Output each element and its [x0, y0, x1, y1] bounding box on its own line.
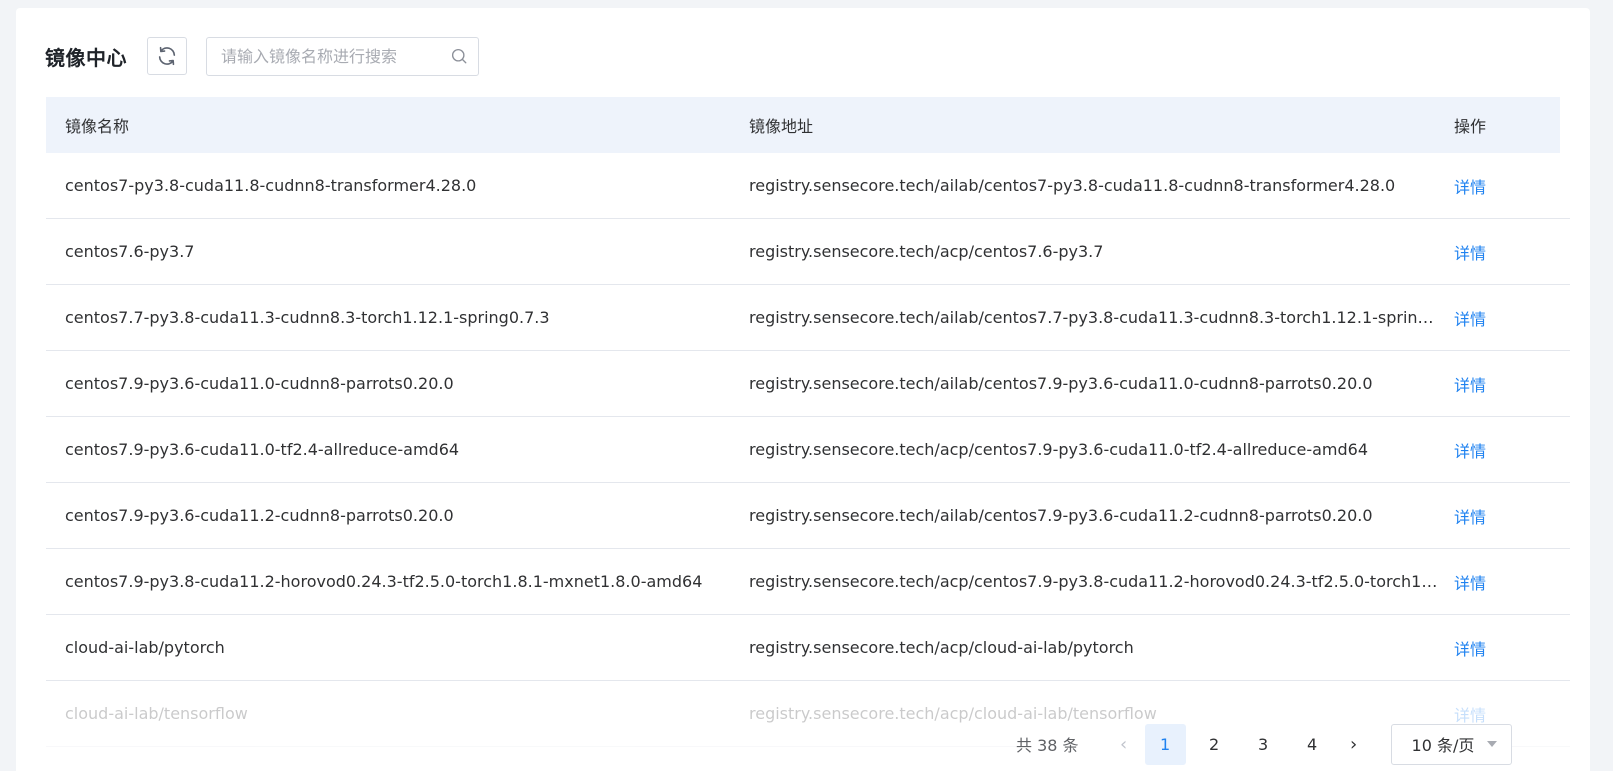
refresh-icon [158, 46, 176, 66]
image-address: registry.sensecore.tech/acp/centos7.9-py… [749, 572, 1449, 591]
image-table: 镜像名称 镜像地址 操作 centos7-py3.8-cuda11.8-cudn… [46, 97, 1570, 747]
image-address: registry.sensecore.tech/acp/cloud-ai-lab… [749, 638, 1134, 657]
table-row: centos7.6-py3.7 registry.sensecore.tech/… [46, 219, 1570, 285]
image-name: centos7.9-py3.6-cuda11.0-tf2.4-allreduce… [65, 440, 460, 459]
detail-link[interactable]: 详情 [1454, 244, 1486, 263]
page-size-select[interactable]: 10 条/页 [1390, 723, 1512, 765]
page-size-value: 10 条/页 [1411, 736, 1475, 755]
image-name: centos7.7-py3.8-cuda11.3-cudnn8.3-torch1… [65, 308, 550, 327]
page-button-4[interactable]: 4 [1292, 724, 1333, 765]
refresh-button[interactable] [147, 37, 187, 75]
caret-down-icon [1486, 741, 1497, 747]
image-address: registry.sensecore.tech/acp/centos7.9-py… [749, 440, 1369, 459]
page-title: 镜像中心 [45, 45, 127, 70]
image-name: centos7-py3.8-cuda11.8-cudnn8-transforme… [65, 176, 477, 195]
next-page-button[interactable]: › [1337, 734, 1371, 755]
detail-link[interactable]: 详情 [1454, 376, 1486, 395]
image-name: centos7.9-py3.8-cuda11.2-horovod0.24.3-t… [65, 572, 703, 591]
image-address: registry.sensecore.tech/ailab/centos7.9-… [749, 374, 1373, 393]
table-row: centos7.9-py3.6-cuda11.0-tf2.4-allreduce… [46, 417, 1570, 483]
table-row: centos7.7-py3.8-cuda11.3-cudnn8.3-torch1… [46, 285, 1570, 351]
page-button-2[interactable]: 2 [1194, 724, 1235, 765]
detail-link[interactable]: 详情 [1454, 574, 1486, 593]
image-name: cloud-ai-lab/tensorflow [65, 704, 248, 723]
table-row: cloud-ai-lab/pytorch registry.sensecore.… [46, 615, 1570, 681]
image-name: centos7.9-py3.6-cuda11.2-cudnn8-parrots0… [65, 506, 454, 525]
table-header: 镜像名称 镜像地址 操作 [46, 97, 1560, 153]
image-name: centos7.9-py3.6-cuda11.0-cudnn8-parrots0… [65, 374, 454, 393]
image-address: registry.sensecore.tech/acp/cloud-ai-lab… [749, 704, 1157, 723]
detail-link[interactable]: 详情 [1454, 442, 1486, 461]
image-address: registry.sensecore.tech/ailab/centos7.7-… [749, 308, 1449, 327]
column-header-name: 镜像名称 [65, 117, 130, 136]
table-row: centos7.9-py3.6-cuda11.2-cudnn8-parrots0… [46, 483, 1570, 549]
image-address: registry.sensecore.tech/ailab/centos7.9-… [749, 506, 1373, 525]
image-name: cloud-ai-lab/pytorch [65, 638, 225, 657]
search-icon[interactable] [450, 47, 468, 65]
table-row: centos7.9-py3.8-cuda11.2-horovod0.24.3-t… [46, 549, 1570, 615]
detail-link[interactable]: 详情 [1454, 640, 1486, 659]
image-address: registry.sensecore.tech/ailab/centos7-py… [749, 176, 1396, 195]
detail-link[interactable]: 详情 [1454, 508, 1486, 527]
detail-link[interactable]: 详情 [1454, 706, 1486, 725]
column-header-action: 操作 [1454, 117, 1487, 136]
detail-link[interactable]: 详情 [1454, 310, 1486, 329]
detail-link[interactable]: 详情 [1454, 178, 1486, 197]
table-row: centos7-py3.8-cuda11.8-cudnn8-transforme… [46, 153, 1570, 219]
total-count: 共 38 条 [1016, 736, 1079, 755]
page-header: 镜像中心 [45, 36, 479, 76]
column-header-address: 镜像地址 [749, 117, 814, 136]
page-button-1[interactable]: 1 [1144, 723, 1186, 765]
pagination: 共 38 条 ‹ 1 2 3 4 › 10 条/页 [1016, 723, 1512, 765]
page-button-3[interactable]: 3 [1243, 724, 1284, 765]
search-box [206, 36, 479, 76]
prev-page-button[interactable]: ‹ [1107, 734, 1141, 755]
image-name: centos7.6-py3.7 [65, 242, 195, 261]
image-address: registry.sensecore.tech/acp/centos7.6-py… [749, 242, 1104, 261]
search-input[interactable] [221, 46, 450, 66]
table-row: centos7.9-py3.6-cuda11.0-cudnn8-parrots0… [46, 351, 1570, 417]
